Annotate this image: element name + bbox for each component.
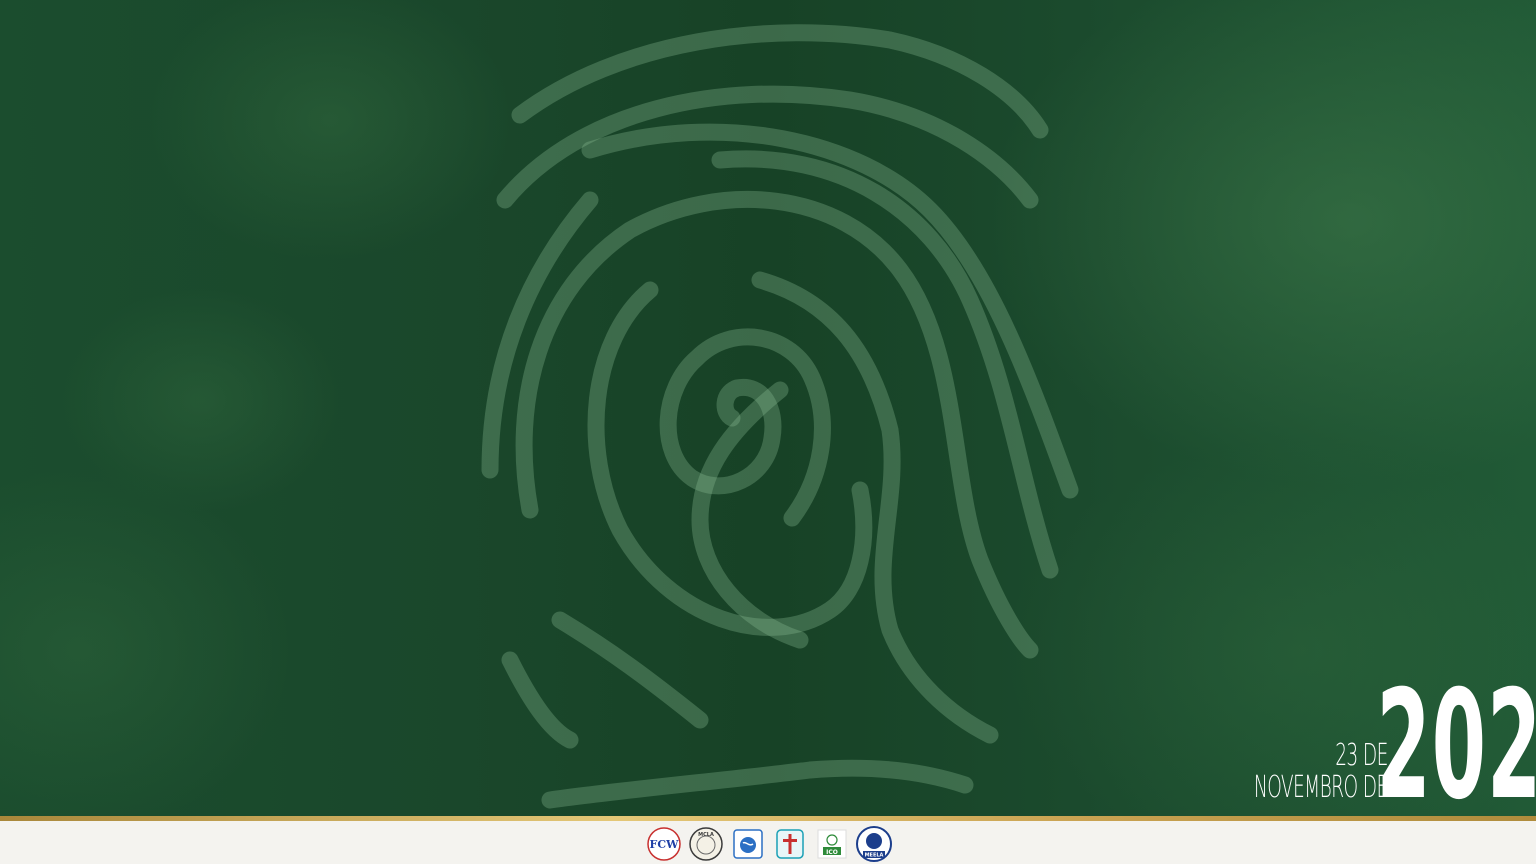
world-logo: [730, 826, 766, 862]
meela-logo: MEELA: [856, 826, 892, 862]
partner-logos: FCW MCLA ICO MEELA: [646, 826, 892, 862]
meela-logo-text: MEELA: [865, 853, 884, 859]
ico-logo: ICO: [814, 826, 850, 862]
fcw-logo-text: FCW: [650, 838, 680, 851]
fingerprint-graphic: [481, 24, 1079, 809]
date-year: 2024: [1376, 659, 1536, 833]
mcla-logo-text: MCLA: [698, 832, 714, 838]
fcw-logo: FCW: [646, 826, 682, 862]
event-date: 23 DE NOVEMBRO DE 2024: [1172, 659, 1536, 833]
date-month-line: NOVEMBRO DE: [1254, 770, 1388, 805]
date-day-month: 23 DE NOVEMBRO DE: [1172, 740, 1388, 804]
ico-logo-text: ICO: [826, 849, 838, 856]
mcla-logo: MCLA: [688, 826, 724, 862]
cross-logo: [772, 826, 808, 862]
